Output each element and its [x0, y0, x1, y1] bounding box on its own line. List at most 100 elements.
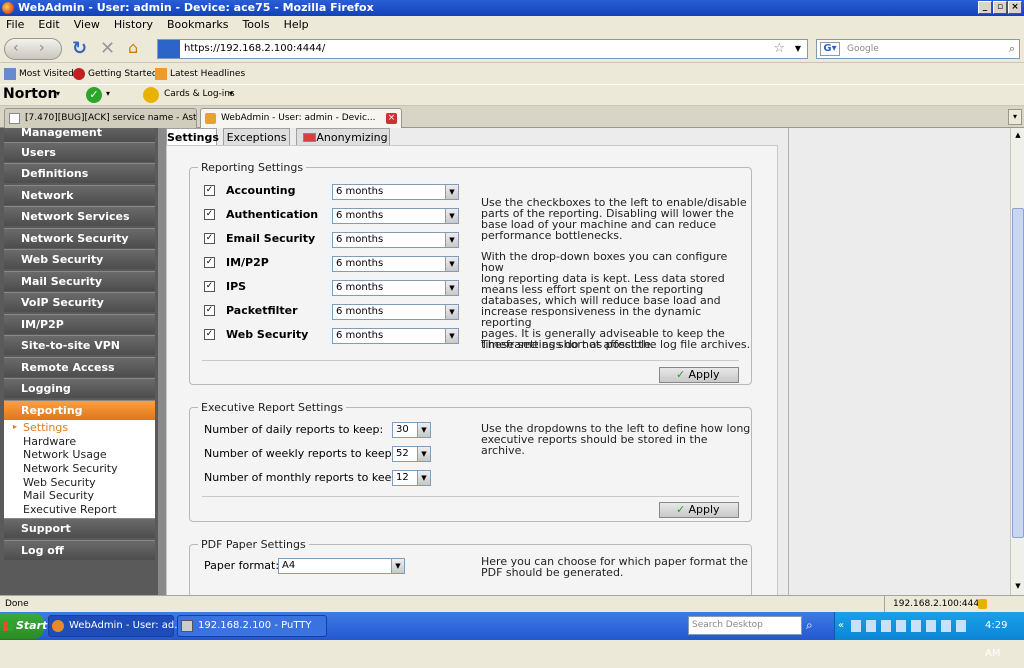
sidebar-item-definitions[interactable]: Definitions [4, 163, 155, 183]
menu-help[interactable]: Help [284, 18, 309, 31]
taskbar-item-putty[interactable]: 192.168.2.100 - PuTTY [177, 615, 327, 637]
sidebar-item-reporting[interactable]: Reporting [4, 400, 155, 420]
checkbox-ips[interactable]: ✓ [204, 281, 215, 292]
bookmark-star-icon[interactable]: ☆ [773, 40, 785, 58]
select-ips[interactable]: 6 months ▼ [332, 280, 459, 296]
status-bar: Done 192.168.2.100:4444 [0, 595, 1024, 612]
task-label: WebAdmin - User: ad... [69, 620, 184, 631]
search-icon[interactable]: ⌕ [1009, 40, 1015, 58]
sidebar-item-web-security[interactable]: Web Security [4, 249, 155, 269]
tab-anonymizing-label: Anonymizing [316, 131, 388, 144]
page-scrollbar[interactable]: ▲ ▼ [1010, 128, 1024, 595]
scroll-thumb[interactable] [1012, 208, 1024, 538]
menu-file[interactable]: File [6, 18, 24, 31]
submenu-settings[interactable]: Settings [23, 421, 68, 434]
submenu-network-usage[interactable]: Network Usage [23, 448, 107, 461]
sidebar-item-network-security[interactable]: Network Security [4, 228, 155, 248]
checkbox-email-security[interactable]: ✓ [204, 233, 215, 244]
stop-icon[interactable]: ✕ [100, 38, 115, 59]
menu-edit[interactable]: Edit [38, 18, 59, 31]
browser-tab-bug[interactable]: [7.470][BUG][ACK] service name - Ast... [4, 108, 197, 128]
sidebar-item-users[interactable]: Users [4, 142, 155, 162]
home-icon[interactable]: ⌂ [128, 38, 138, 57]
menu-history[interactable]: History [114, 18, 153, 31]
scroll-down-icon[interactable]: ▼ [1012, 580, 1024, 592]
bookmark-most-visited[interactable]: Most Visited [19, 64, 74, 84]
close-tab-icon[interactable]: × [386, 113, 397, 124]
tab-exceptions[interactable]: Exceptions [223, 128, 290, 146]
site-identity-icon[interactable] [158, 40, 180, 58]
taskbar-item-firefox[interactable]: WebAdmin - User: ad... [48, 615, 184, 637]
desktop-search-icon[interactable]: ⌕ [806, 618, 813, 633]
check-icon[interactable]: ✓ [86, 87, 102, 103]
select-paper-format[interactable]: A4 ▼ [278, 558, 405, 574]
sidebar-item-remote-access[interactable]: Remote Access [4, 357, 155, 377]
executive-report-group: Executive Report Settings Number of dail… [189, 401, 752, 522]
submenu-mail-security[interactable]: Mail Security [23, 489, 94, 502]
sidebar-item-management[interactable]: Management [4, 128, 155, 142]
select-packetfilter[interactable]: 6 months ▼ [332, 304, 459, 320]
check-dropdown-icon[interactable]: ▾ [106, 89, 110, 98]
minimize-button[interactable]: _ [978, 1, 992, 14]
google-icon[interactable]: G▾ [820, 42, 840, 56]
reload-icon[interactable]: ↻ [72, 38, 87, 59]
checkbox-web-security[interactable]: ✓ [204, 329, 215, 340]
select-weekly-reports[interactable]: 52 ▼ [392, 446, 431, 462]
start-button[interactable]: Start [0, 613, 47, 639]
desktop-search-input[interactable]: Search Desktop [688, 616, 802, 635]
sidebar-item-mail-security[interactable]: Mail Security [4, 271, 155, 291]
tray-expand-icon[interactable]: « [838, 612, 844, 640]
tab-list-button[interactable]: ▾ [1008, 109, 1022, 125]
select-accounting[interactable]: 6 months ▼ [332, 184, 459, 200]
menu-bookmarks[interactable]: Bookmarks [167, 18, 228, 31]
select-im-p2p[interactable]: 6 months ▼ [332, 256, 459, 272]
lock-icon [143, 87, 159, 103]
select-monthly-reports[interactable]: 12 ▼ [392, 470, 431, 486]
sidebar-item-support[interactable]: Support [4, 518, 155, 538]
tab-anonymizing[interactable]: Anonymizing [296, 128, 390, 146]
reporting-submenu: ▸ Settings Hardware Network Usage Networ… [4, 420, 155, 518]
bookmark-latest-headlines[interactable]: Latest Headlines [170, 64, 245, 84]
sidebar-item-network[interactable]: Network [4, 185, 155, 205]
menu-tools[interactable]: Tools [242, 18, 269, 31]
back-forward-button[interactable]: ‹ › [4, 38, 62, 60]
reporting-settings-group: Reporting Settings ✓ Accounting 6 months… [189, 161, 752, 385]
cards-dropdown-icon[interactable]: ▾ [229, 89, 233, 98]
sidebar-item-site-to-site-vpn[interactable]: Site-to-site VPN [4, 335, 155, 355]
select-web-security[interactable]: 6 months ▼ [332, 328, 459, 344]
sidebar-item-voip-security[interactable]: VoIP Security [4, 292, 155, 312]
scroll-up-icon[interactable]: ▲ [1012, 129, 1024, 141]
norton-dropdown-icon[interactable]: ▾ [56, 89, 60, 98]
menu-view[interactable]: View [74, 18, 100, 31]
checkbox-accounting[interactable]: ✓ [204, 185, 215, 196]
select-authentication[interactable]: 6 months ▼ [332, 208, 459, 224]
checkbox-authentication[interactable]: ✓ [204, 209, 215, 220]
norton-brand[interactable]: Norton [3, 86, 58, 102]
close-button[interactable]: × [1008, 1, 1022, 14]
checkbox-im-p2p[interactable]: ✓ [204, 257, 215, 268]
sidebar-item-network-services[interactable]: Network Services [4, 206, 155, 226]
submenu-executive-report[interactable]: Executive Report [23, 503, 117, 516]
tray-icons[interactable] [851, 620, 971, 632]
select-email-security[interactable]: 6 months ▼ [332, 232, 459, 248]
maximize-button[interactable]: ▫ [993, 1, 1007, 14]
sidebar-item-im-p2p[interactable]: IM/P2P [4, 314, 155, 334]
bookmark-getting-started[interactable]: Getting Started [88, 64, 158, 84]
reporting-apply-button[interactable]: ✓ Apply [659, 367, 739, 383]
submenu-network-security[interactable]: Network Security [23, 462, 118, 475]
url-dropdown-icon[interactable]: ▼ [795, 40, 801, 58]
sidebar-item-log-off[interactable]: Log off [4, 540, 155, 560]
url-bar[interactable]: https://192.168.2.100:4444/ ☆ ▼ [157, 39, 808, 59]
submenu-web-security[interactable]: Web Security [23, 476, 96, 489]
executive-apply-button[interactable]: ✓ Apply [659, 502, 739, 518]
sidebar-item-logging[interactable]: Logging [4, 378, 155, 398]
dropdown-arrow-icon: ▼ [445, 257, 458, 271]
select-daily-reports[interactable]: 30 ▼ [392, 422, 431, 438]
search-input[interactable]: G▾ Google ⌕ [816, 39, 1020, 59]
browser-tab-webadmin[interactable]: WebAdmin - User: admin - Devic... × [200, 108, 402, 128]
checkbox-packetfilter[interactable]: ✓ [204, 305, 215, 316]
submenu-hardware[interactable]: Hardware [23, 435, 76, 448]
cards-logins-label[interactable]: Cards & Log-ins [164, 89, 235, 99]
padlock-icon[interactable] [978, 599, 987, 609]
url-text[interactable]: https://192.168.2.100:4444/ [184, 40, 325, 58]
